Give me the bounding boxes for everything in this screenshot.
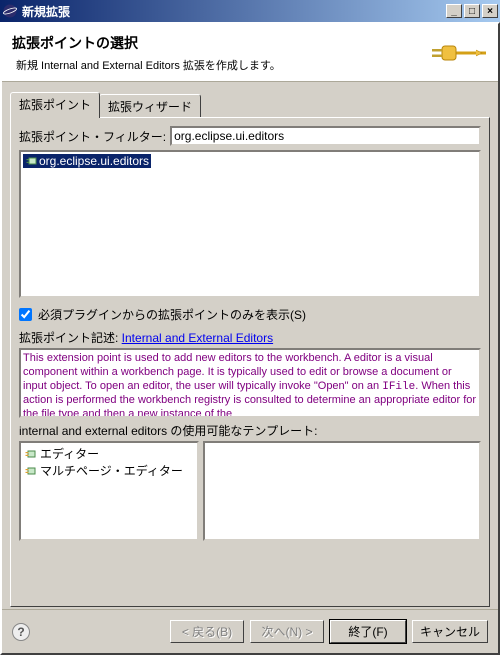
filter-label: 拡張ポイント・フィルター: <box>19 128 166 145</box>
template-icon <box>24 465 38 477</box>
button-bar: ? < 戻る(B) 次へ(N) > 終了(F) キャンセル <box>2 609 498 653</box>
templates-label: internal and external editors の使用可能なテンプレ… <box>19 422 481 439</box>
required-plugins-checkbox[interactable] <box>19 308 32 321</box>
window-title: 新規拡張 <box>22 3 446 20</box>
minimize-button[interactable]: _ <box>446 4 462 18</box>
window-buttons: _ □ × <box>446 4 498 18</box>
list-item[interactable]: エディター <box>23 445 195 462</box>
list-item[interactable]: org.eclipse.ui.editors <box>23 154 151 168</box>
close-button[interactable]: × <box>482 4 498 18</box>
list-item[interactable]: マルチページ・エディター <box>23 462 195 479</box>
tab-bar: 拡張ポイント 拡張ウィザード <box>10 92 490 117</box>
template-description <box>203 441 481 541</box>
tab-extension-wizard[interactable]: 拡張ウィザード <box>99 94 201 117</box>
maximize-button[interactable]: □ <box>464 4 480 18</box>
description-link[interactable]: Internal and External Editors <box>122 331 273 345</box>
required-plugins-label: 必須プラグインからの拡張ポイントのみを表示(S) <box>38 306 306 323</box>
cancel-button[interactable]: キャンセル <box>412 620 488 643</box>
templates-list[interactable]: エディター マルチページ・エディター <box>19 441 199 541</box>
template-label: エディター <box>40 445 99 462</box>
tab-extension-points[interactable]: 拡張ポイント <box>10 92 100 118</box>
next-button[interactable]: 次へ(N) > <box>250 620 324 643</box>
plugin-icon <box>25 155 39 167</box>
template-icon <box>24 448 38 460</box>
extension-points-list[interactable]: org.eclipse.ui.editors <box>19 150 481 298</box>
description-label: 拡張ポイント記述: <box>19 331 122 345</box>
plug-icon <box>428 38 488 68</box>
list-item-label: org.eclipse.ui.editors <box>39 154 149 168</box>
banner-description: 新規 Internal and External Editors 拡張を作成しま… <box>12 57 428 73</box>
tab-panel: 拡張ポイント・フィルター: org.eclipse.ui.editors <box>10 117 490 607</box>
back-button[interactable]: < 戻る(B) <box>170 620 244 643</box>
finish-button[interactable]: 終了(F) <box>330 620 406 643</box>
titlebar: 新規拡張 _ □ × <box>0 0 500 22</box>
banner-title: 拡張ポイントの選択 <box>12 33 428 53</box>
description-box[interactable]: This extension point is used to add new … <box>19 348 481 418</box>
filter-input[interactable] <box>170 126 481 146</box>
wizard-banner: 拡張ポイントの選択 新規 Internal and External Edito… <box>2 24 498 82</box>
template-label: マルチページ・エディター <box>40 462 183 479</box>
eclipse-icon <box>2 3 18 19</box>
help-icon[interactable]: ? <box>12 623 30 641</box>
